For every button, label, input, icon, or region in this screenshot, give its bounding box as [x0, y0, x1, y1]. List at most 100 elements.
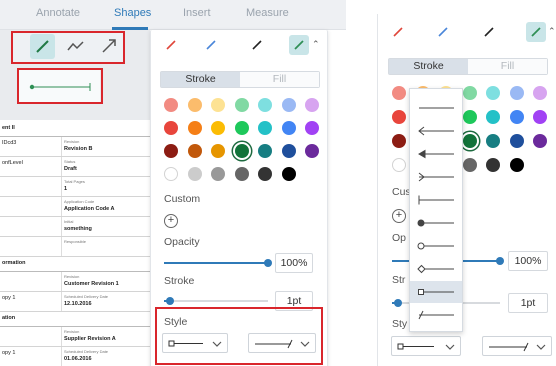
color-swatch[interactable] [509, 158, 524, 172]
color-swatch[interactable] [305, 144, 319, 158]
line-end-square-option[interactable] [410, 281, 462, 303]
stroke-knob[interactable] [394, 299, 402, 307]
color-swatch[interactable] [462, 134, 477, 148]
color-swatch[interactable] [211, 167, 225, 181]
stroke-tab[interactable]: Stroke [161, 72, 240, 87]
line-end-reverse-arrow-option[interactable] [410, 166, 462, 188]
color-swatch[interactable] [164, 167, 178, 181]
fill-tab[interactable]: Fill [468, 59, 547, 74]
color-swatch[interactable] [187, 167, 202, 181]
color-swatch[interactable] [486, 158, 500, 172]
color-swatch[interactable] [392, 86, 406, 100]
red-line-tool[interactable] [388, 22, 408, 42]
doc-field-label: Responsible [64, 239, 87, 244]
color-swatch[interactable] [305, 121, 319, 135]
line-end-closed-arrow-icon [418, 149, 454, 159]
tab-measure[interactable]: Measure [246, 7, 289, 19]
color-swatch[interactable] [305, 98, 319, 112]
color-swatch[interactable] [533, 86, 547, 100]
line-end-none-icon [419, 107, 454, 109]
active-tab-indicator [112, 27, 148, 30]
chevron-up-icon[interactable]: ⌃ [312, 39, 320, 50]
red-line-tool[interactable] [161, 35, 181, 55]
color-swatch[interactable] [281, 167, 296, 181]
color-swatch[interactable] [462, 158, 477, 172]
line-end-circle-filled-icon [417, 219, 454, 227]
color-swatch[interactable] [164, 121, 178, 135]
tab-annotate[interactable]: Annotate [36, 7, 80, 19]
add-custom-color-button[interactable]: + [164, 214, 178, 228]
color-swatch[interactable] [234, 144, 249, 158]
color-swatch[interactable] [211, 98, 225, 112]
color-swatch[interactable] [509, 110, 524, 124]
line-end-circle-filled-option[interactable] [410, 212, 462, 234]
color-swatch[interactable] [187, 121, 202, 135]
color-swatch[interactable] [187, 98, 202, 112]
color-swatch[interactable] [486, 86, 500, 100]
color-swatch[interactable] [258, 98, 272, 112]
color-swatch[interactable] [486, 134, 500, 148]
tab-insert[interactable]: Insert [183, 7, 211, 19]
color-swatch[interactable] [509, 134, 524, 148]
opacity-value-field[interactable]: 100% [508, 251, 548, 271]
stroke-tab[interactable]: Stroke [389, 59, 468, 74]
opacity-knob[interactable] [264, 259, 272, 267]
line-end-butt-option[interactable] [410, 189, 462, 211]
color-swatch[interactable] [258, 121, 272, 135]
doc-cell-divider [61, 327, 62, 346]
color-swatch[interactable] [486, 110, 500, 124]
add-custom-color-button[interactable]: + [392, 209, 406, 223]
color-swatch[interactable] [164, 144, 178, 158]
stroke-knob[interactable] [166, 297, 174, 305]
color-swatch[interactable] [462, 86, 477, 100]
doc-cell-right: Application Code Application Code A [64, 199, 148, 212]
color-swatch[interactable] [234, 121, 249, 135]
color-swatch[interactable] [258, 167, 272, 181]
color-swatch[interactable] [392, 110, 406, 124]
opacity-knob[interactable] [496, 257, 504, 265]
color-swatch[interactable] [258, 144, 272, 158]
color-swatch[interactable] [509, 86, 524, 100]
blue-line-tool[interactable] [433, 22, 453, 42]
color-swatch[interactable] [187, 144, 202, 158]
doc-field-value: Draft [64, 165, 77, 172]
color-swatch[interactable] [281, 144, 296, 158]
color-swatch[interactable] [281, 121, 296, 135]
line-end-circle-option[interactable] [410, 235, 462, 257]
doc-cell-divider [61, 137, 62, 156]
stroke-track[interactable] [164, 300, 268, 302]
green-line-tool[interactable] [289, 35, 309, 55]
color-swatch[interactable] [234, 98, 249, 112]
line-end-diamond-option[interactable] [410, 258, 462, 280]
line-end-dropdown[interactable] [482, 336, 552, 356]
color-swatch[interactable] [164, 98, 178, 112]
red-line-icon [166, 40, 176, 50]
line-start-dropdown[interactable] [391, 336, 461, 356]
color-swatch[interactable] [234, 167, 249, 181]
color-swatch[interactable] [533, 134, 547, 148]
color-swatch[interactable] [281, 98, 296, 112]
line-end-open-arrow-option[interactable] [410, 120, 462, 142]
color-swatch[interactable] [533, 110, 547, 124]
color-swatch[interactable] [462, 110, 477, 124]
green-line-tool[interactable] [526, 22, 546, 42]
line-end-slash-option[interactable] [410, 304, 462, 326]
color-swatch[interactable] [211, 121, 225, 135]
doc-cell-divider [61, 157, 62, 176]
opacity-value-field[interactable]: 100% [275, 253, 313, 273]
black-line-tool[interactable] [479, 22, 499, 42]
color-swatch[interactable] [392, 134, 406, 148]
doc-field-value: 1 [64, 185, 68, 192]
fill-tab[interactable]: Fill [240, 72, 319, 87]
stroke-value-field[interactable]: 1pt [508, 293, 548, 313]
black-line-tool[interactable] [247, 35, 267, 55]
chevron-up-icon[interactable]: ⌃ [548, 26, 556, 37]
blue-line-tool[interactable] [201, 35, 221, 55]
tab-shapes[interactable]: Shapes [114, 7, 151, 19]
line-end-none-option[interactable] [410, 97, 462, 119]
color-swatch[interactable] [392, 158, 406, 172]
doc-section-header: ent II [0, 122, 150, 137]
highlight-style-section [155, 307, 323, 365]
color-swatch[interactable] [211, 144, 225, 158]
line-end-closed-arrow-option[interactable] [410, 143, 462, 165]
